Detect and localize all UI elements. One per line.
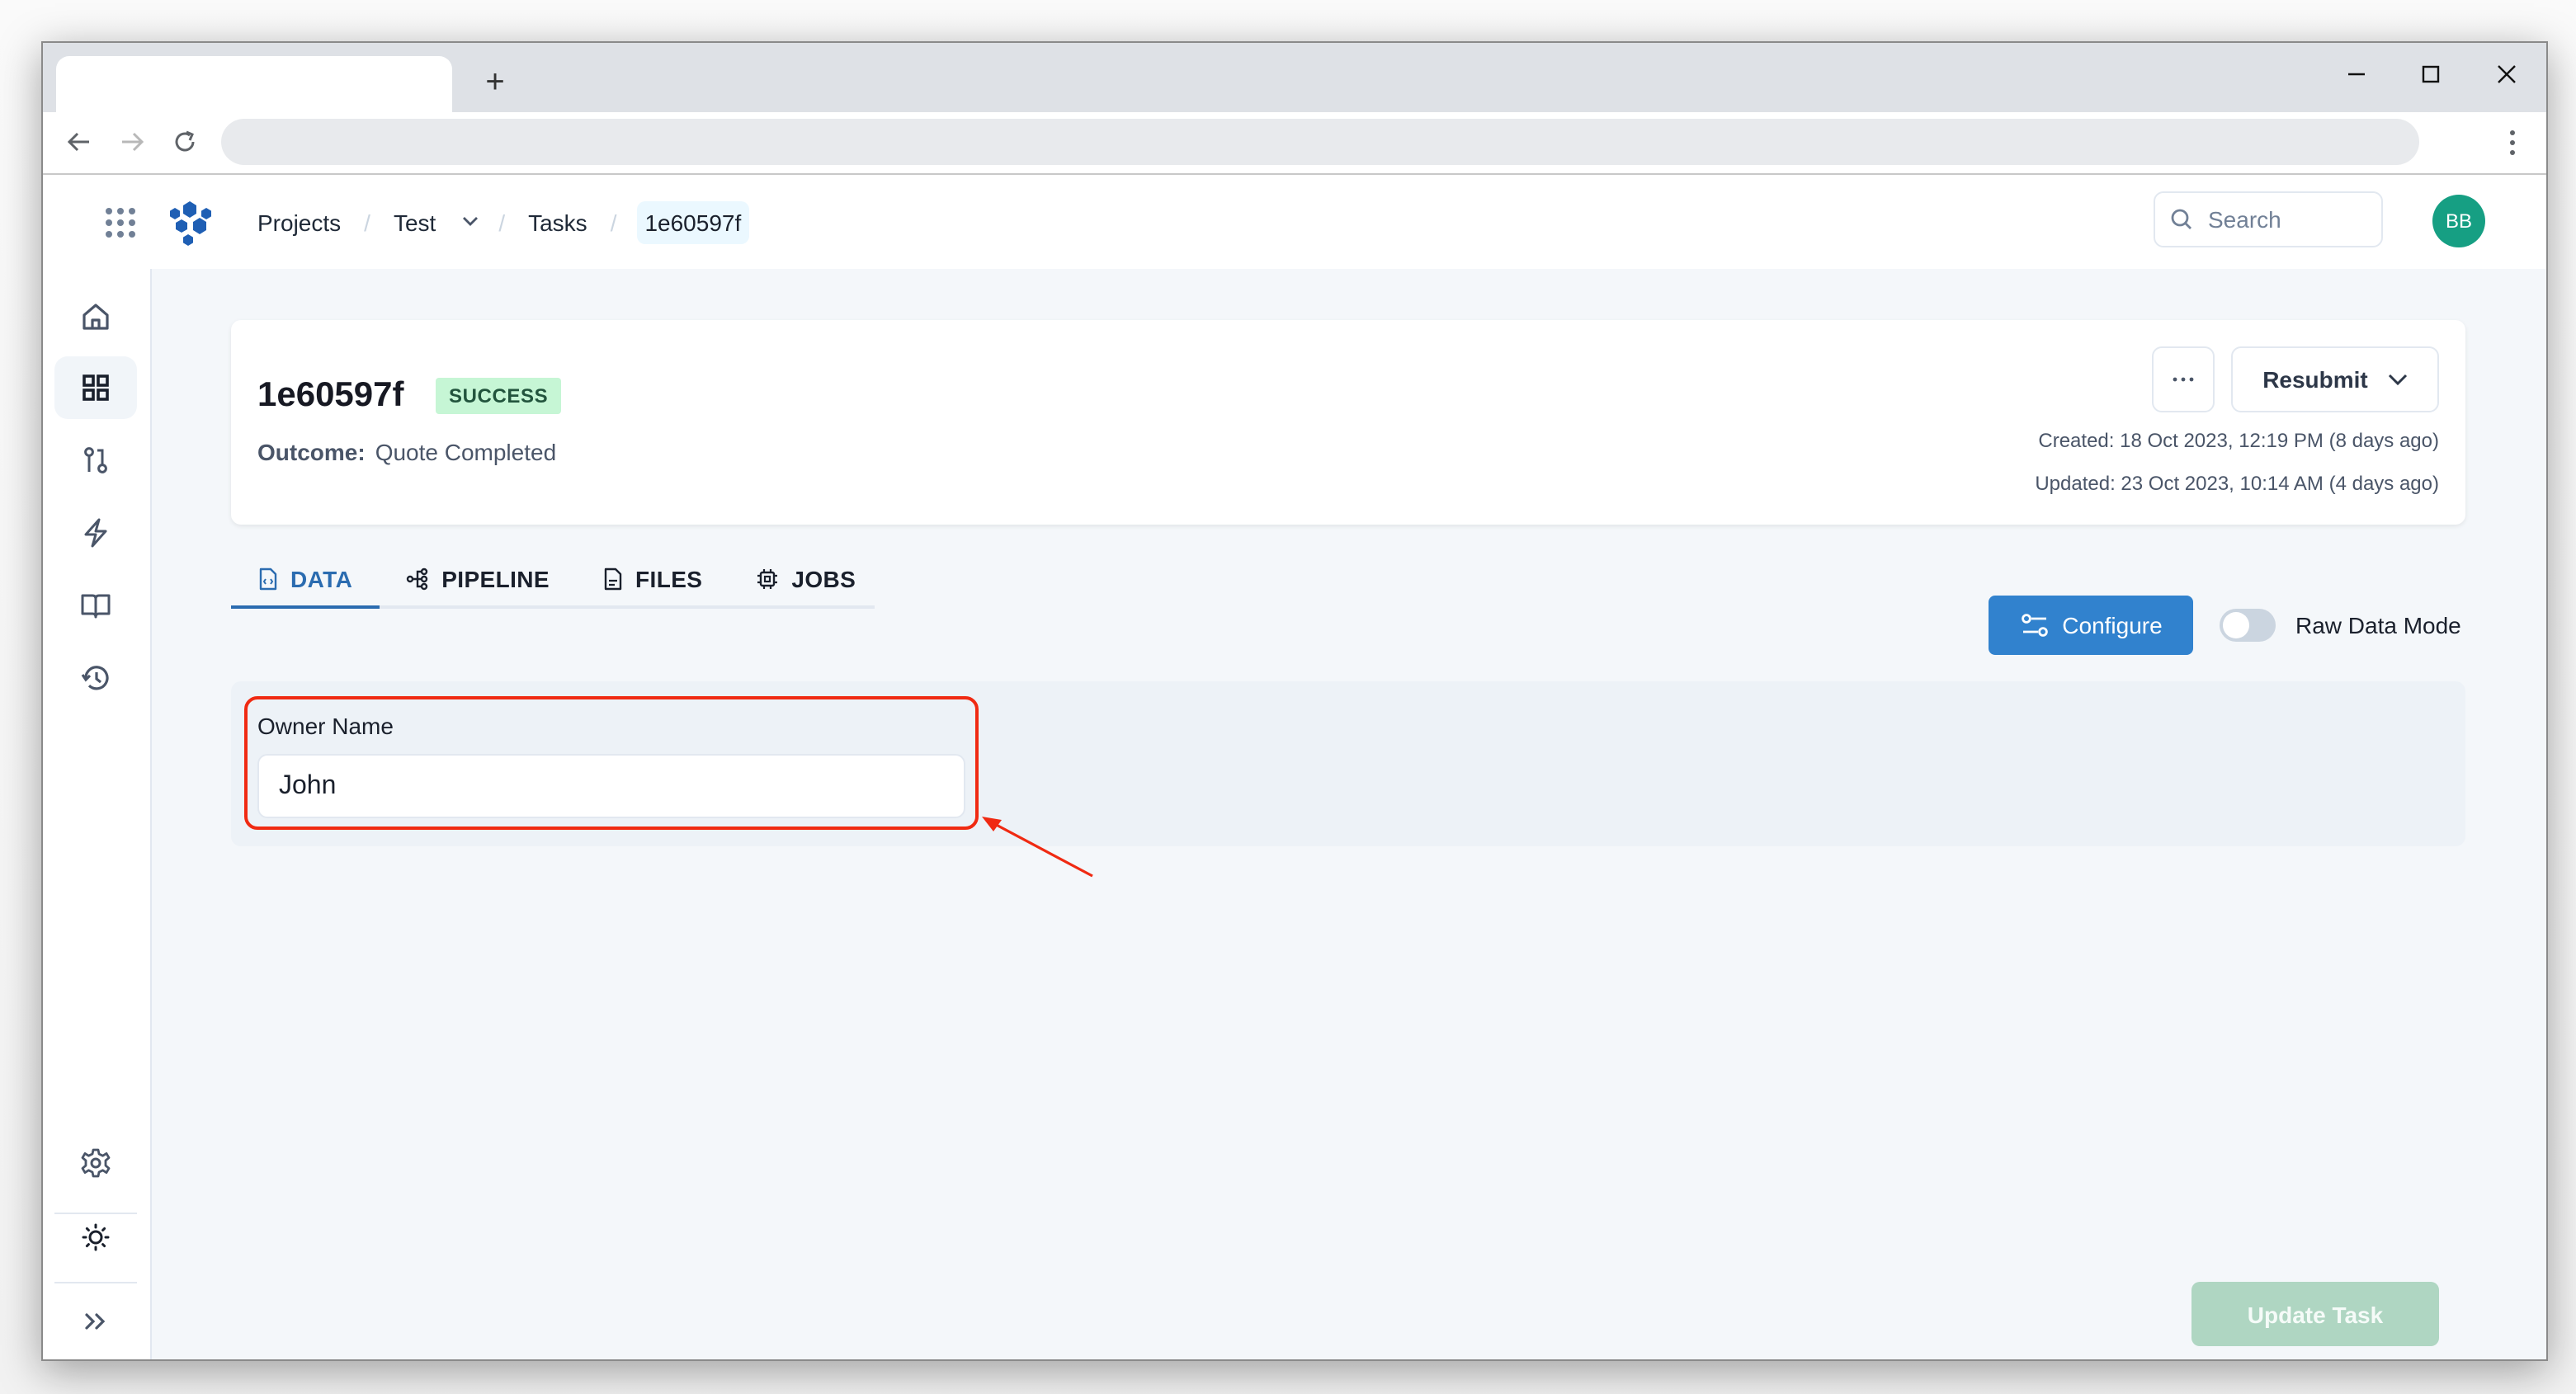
- tab-pipeline[interactable]: PIPELINE: [379, 553, 576, 605]
- configure-label: Configure: [2062, 612, 2163, 638]
- sidebar-item-settings[interactable]: [54, 1132, 137, 1194]
- arrow-right-icon: [122, 132, 144, 152]
- file-icon: [604, 567, 622, 591]
- tab-files-label: FILES: [635, 566, 703, 592]
- tab-data[interactable]: DATA: [231, 553, 380, 609]
- book-icon: [81, 594, 111, 619]
- task-header-card: 1e60597f SUCCESS Outcome: Quote Completed…: [231, 320, 2465, 525]
- sidebar: [43, 269, 152, 1359]
- breadcrumb-separator: /: [498, 209, 506, 235]
- toggle-knob: [2223, 612, 2249, 638]
- sidebar-item-history[interactable]: [54, 647, 137, 709]
- task-tabs: DATA PIPELINE FILES JOBS: [231, 553, 875, 609]
- lightning-icon: [84, 518, 107, 548]
- forward-button[interactable]: [116, 125, 149, 158]
- reload-button[interactable]: [168, 125, 201, 158]
- browser-window: + Projects / Test / Tasks / 1e60597f Sea…: [41, 41, 2548, 1361]
- maximize-icon: [2422, 65, 2440, 83]
- outcome-label: Outcome:: [257, 439, 366, 465]
- sidebar-divider: [54, 1282, 137, 1283]
- breadcrumb-current-task: 1e60597f: [636, 200, 750, 243]
- app-header: Projects / Test / Tasks / 1e60597f Searc…: [43, 175, 2546, 271]
- pipeline-icon: [406, 567, 427, 591]
- file-code-icon: [259, 567, 277, 591]
- breadcrumb-test[interactable]: Test: [390, 209, 439, 235]
- double-chevron-right-icon: [85, 1313, 106, 1330]
- sidebar-item-dashboard[interactable]: [54, 356, 137, 419]
- search-icon: [2171, 209, 2191, 229]
- apps-grid-icon[interactable]: [106, 208, 135, 238]
- browser-tab[interactable]: [56, 56, 452, 112]
- raw-data-mode-toggle[interactable]: [2220, 609, 2276, 642]
- tab-files[interactable]: FILES: [576, 553, 729, 605]
- gear-icon: [81, 1148, 111, 1178]
- project-dropdown-chevron-icon[interactable]: [462, 212, 479, 232]
- minimize-icon: [2348, 73, 2365, 76]
- tab-pipeline-label: PIPELINE: [441, 566, 550, 592]
- minimize-button[interactable]: [2332, 53, 2381, 96]
- owner-name-label: Owner Name: [257, 713, 394, 739]
- logo-icon[interactable]: [165, 198, 215, 247]
- chip-icon: [757, 569, 777, 589]
- sidebar-item-pipelines[interactable]: [54, 429, 137, 492]
- resubmit-button[interactable]: Resubmit: [2231, 346, 2439, 412]
- sliders-icon: [2021, 614, 2048, 637]
- breadcrumb-projects[interactable]: Projects: [254, 209, 344, 235]
- breadcrumb-separator: /: [610, 209, 617, 235]
- sidebar-item-triggers[interactable]: [54, 502, 137, 564]
- address-bar[interactable]: [221, 119, 2419, 165]
- main-content: 1e60597f SUCCESS Outcome: Quote Completed…: [152, 269, 2546, 1359]
- chevron-down-icon: [2388, 374, 2407, 386]
- arrow-left-icon: [67, 132, 89, 152]
- more-actions-button[interactable]: [2152, 346, 2215, 412]
- browser-menu-button[interactable]: [2503, 125, 2520, 158]
- tab-jobs[interactable]: JOBS: [729, 553, 882, 605]
- task-title: 1e60597f: [257, 376, 404, 414]
- created-timestamp: Created: 18 Oct 2023, 12:19 PM (8 days a…: [2038, 429, 2439, 452]
- search-input[interactable]: Search: [2154, 191, 2383, 247]
- back-button[interactable]: [63, 125, 96, 158]
- sun-icon: [82, 1223, 110, 1251]
- sidebar-item-home[interactable]: [54, 285, 137, 348]
- ellipsis-icon: [2173, 377, 2194, 382]
- tab-data-label: DATA: [290, 566, 353, 592]
- close-window-button[interactable]: [2482, 53, 2531, 96]
- reload-icon: [175, 130, 195, 152]
- raw-data-mode-label: Raw Data Mode: [2295, 612, 2461, 638]
- git-branch-icon: [84, 447, 107, 473]
- theme-toggle-button[interactable]: [54, 1206, 137, 1269]
- screen: + Projects / Test / Tasks / 1e60597f Sea…: [0, 0, 2576, 1394]
- user-avatar[interactable]: BB: [2432, 195, 2485, 247]
- sidebar-item-docs[interactable]: [54, 574, 137, 637]
- breadcrumb: Projects / Test / Tasks / 1e60597f: [254, 175, 750, 269]
- new-tab-button[interactable]: +: [475, 63, 515, 102]
- expand-sidebar-button[interactable]: [54, 1290, 137, 1353]
- configure-button[interactable]: Configure: [1989, 596, 2193, 655]
- updated-timestamp: Updated: 23 Oct 2023, 10:14 AM (4 days a…: [2035, 472, 2439, 495]
- update-task-button[interactable]: Update Task: [2191, 1282, 2439, 1346]
- owner-name-input[interactable]: [257, 754, 965, 818]
- status-badge: SUCCESS: [436, 378, 562, 414]
- search-placeholder: Search: [2208, 206, 2281, 233]
- home-icon: [83, 304, 109, 330]
- resubmit-label: Resubmit: [2262, 366, 2368, 393]
- browser-toolbar: [43, 112, 2546, 175]
- grid-icon: [83, 374, 109, 401]
- breadcrumb-separator: /: [364, 209, 370, 235]
- tab-strip: +: [43, 43, 2546, 112]
- maximize-button[interactable]: [2406, 53, 2456, 96]
- breadcrumb-tasks[interactable]: Tasks: [525, 209, 591, 235]
- close-icon: [2498, 65, 2516, 83]
- history-icon: [81, 666, 109, 690]
- task-outcome: Outcome: Quote Completed: [257, 439, 556, 465]
- tab-jobs-label: JOBS: [791, 566, 856, 592]
- data-panel: Owner Name: [231, 681, 2465, 846]
- outcome-value: Quote Completed: [375, 439, 557, 465]
